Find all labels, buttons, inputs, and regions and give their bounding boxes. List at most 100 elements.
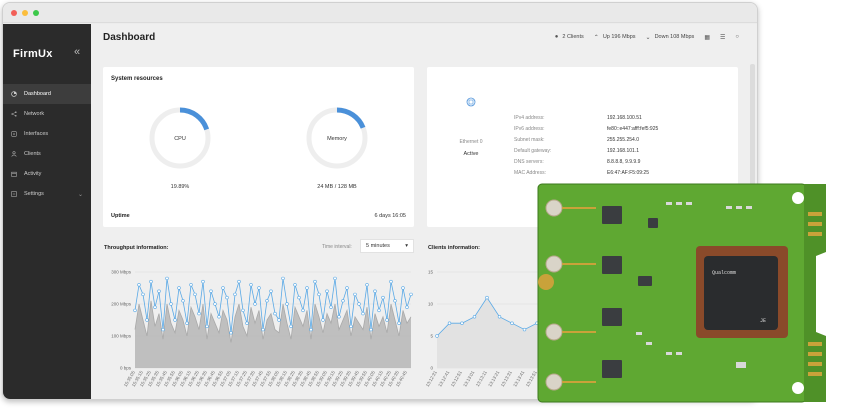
data-point: [485, 295, 489, 300]
y-tick-label: 100 Mbps: [111, 334, 132, 339]
data-point: [381, 295, 385, 300]
y-tick-label: 5: [430, 334, 433, 339]
download-stat: ⌄ Down 108 Mbps: [646, 34, 695, 41]
data-point: [297, 295, 301, 300]
data-point: [261, 327, 265, 332]
chip-marking: JE: [760, 318, 766, 324]
app-logo: FirmUx: [13, 48, 53, 60]
maximize-window-icon[interactable]: [33, 9, 39, 16]
sidebar-item-network[interactable]: Network: [3, 104, 91, 124]
card-title: System resources: [111, 76, 163, 82]
cpu-label: CPU: [174, 136, 186, 142]
upload-stat: ⌃ Up 196 Mbps: [594, 34, 636, 41]
data-point: [341, 299, 345, 303]
network-detail-key: DNS servers:: [514, 159, 544, 165]
data-point: [205, 324, 209, 329]
data-point: [337, 315, 341, 319]
network-detail-value: 192.168.100.51: [607, 115, 642, 121]
chevron-down-icon[interactable]: ⌄: [78, 191, 83, 198]
data-point: [157, 289, 161, 293]
y-tick-label: 0 bps: [120, 366, 132, 371]
sidebar-item-settings[interactable]: Settings ⌄: [3, 184, 91, 204]
data-point: [237, 279, 241, 284]
data-point: [169, 302, 173, 306]
data-point: [145, 318, 149, 322]
data-point: [313, 279, 317, 284]
download-rate: Down 108 Mbps: [654, 34, 695, 40]
uptime-value: 6 days 16:05: [374, 213, 407, 219]
data-point: [349, 324, 353, 329]
data-point: [333, 276, 337, 281]
sidebar-item-interfaces[interactable]: Interfaces: [3, 124, 91, 144]
minimize-window-icon[interactable]: [22, 9, 28, 16]
clients-info-title: Clients information:: [428, 245, 480, 251]
data-point: [321, 318, 325, 322]
interface-status: Active: [463, 151, 479, 157]
user-icon: ●: [554, 34, 559, 40]
x-tick-label: 13:12:51: [450, 370, 463, 388]
network-detail-value: 192.168.101.1: [607, 148, 639, 154]
x-tick-label: 13:12:41: [437, 370, 450, 388]
title-bar: [3, 3, 757, 23]
network-detail-value: 255.255.254.0: [607, 137, 639, 143]
data-point: [497, 315, 502, 319]
data-point: [435, 334, 439, 338]
interfaces-icon: [11, 131, 17, 137]
caret-down-icon: ▾: [405, 243, 408, 249]
data-point: [377, 308, 381, 313]
system-resources-card: System resources CPU 19.89% Memory 24 MB…: [103, 67, 414, 227]
throughput-title: Throughput information:: [104, 245, 169, 251]
data-point: [193, 292, 197, 297]
x-tick-label: 13:13:41: [512, 370, 525, 388]
power-icon[interactable]: ○: [735, 34, 739, 40]
clients-chart: 15105013:12:31 13:12:41 13:12:51 13:13:01 13…: [425, 270, 545, 388]
data-point: [245, 321, 249, 325]
data-point: [213, 302, 217, 306]
data-point: [281, 276, 285, 281]
sidebar-item-clients[interactable]: Clients: [3, 144, 91, 164]
data-point: [285, 302, 289, 306]
settings-icon: [11, 191, 17, 197]
calendar-icon[interactable]: ▦: [704, 34, 710, 41]
data-point: [257, 286, 261, 290]
data-point: [133, 308, 137, 313]
data-point: [201, 279, 205, 284]
network-detail-value: E6:47:AF:F5:09:25: [607, 170, 649, 176]
data-point: [357, 302, 361, 306]
data-point: [149, 279, 153, 284]
data-point: [173, 318, 177, 322]
close-window-icon[interactable]: [11, 9, 17, 16]
throughput-chart: 300 Mbps200 Mbps100 Mbps0 bps15:35:0515:…: [111, 270, 413, 388]
data-point: [265, 299, 269, 303]
data-point: [309, 327, 313, 332]
sidebar-item-label: Clients: [24, 151, 41, 157]
sidebar-item-activity[interactable]: Activity: [3, 164, 91, 184]
network-detail-key: IPv4 address:: [514, 115, 545, 121]
data-point: [409, 292, 413, 297]
data-point: [253, 302, 257, 306]
sidebar-item-label: Settings: [24, 191, 44, 197]
y-tick-label: 15: [428, 270, 434, 275]
share-icon: [11, 111, 17, 117]
data-point: [209, 289, 213, 293]
collapse-sidebar-icon[interactable]: «: [74, 46, 80, 58]
x-tick-label: 13:13:21: [487, 370, 500, 388]
data-point: [510, 321, 514, 325]
data-point: [161, 327, 165, 332]
data-point: [301, 308, 305, 313]
cpu-value: 19.89%: [170, 184, 190, 190]
data-point: [293, 283, 297, 287]
y-tick-label: 10: [428, 302, 434, 307]
time-interval-select[interactable]: 5 minutes ▾: [360, 239, 414, 253]
data-point: [225, 295, 229, 300]
data-point: [385, 318, 389, 322]
data-point: [447, 321, 452, 325]
uptime-label: Uptime: [111, 213, 130, 219]
list-icon[interactable]: ☰: [720, 34, 725, 41]
network-detail-value: 8.8.8.8, 9.9.9.9: [607, 159, 641, 165]
data-point: [277, 318, 281, 322]
network-detail-key: MAC Address:: [514, 170, 546, 176]
sidebar-item-dashboard[interactable]: Dashboard: [3, 84, 91, 104]
data-point: [353, 292, 357, 297]
y-tick-label: 300 Mbps: [111, 270, 132, 275]
